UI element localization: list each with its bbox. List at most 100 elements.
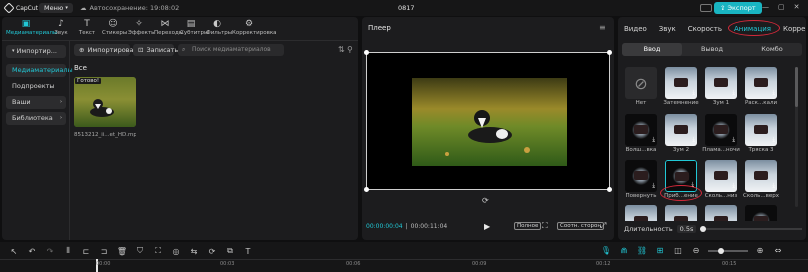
media-clip-thumbnail[interactable]: Готово! — [74, 77, 136, 127]
anim-item-partial[interactable] — [705, 205, 737, 221]
chevron-right-icon[interactable]: › — [796, 25, 799, 33]
ruler-tick: 00:09 — [472, 261, 487, 267]
sidebar-item-subprojects[interactable]: Подпроекты — [6, 80, 66, 93]
anim-item-partial[interactable] — [625, 205, 657, 221]
anim-item-shake3[interactable]: ⤓ Тряска 3 — [742, 114, 780, 153]
delete-icon[interactable]: 🗑 — [116, 247, 128, 256]
maximize-icon[interactable]: ▢ — [778, 3, 785, 11]
record-button[interactable]: ⊡ Записать — [133, 44, 178, 56]
anim-item-zoom2[interactable]: ⤓ Зум 2 — [662, 114, 700, 153]
filter-funnel-icon[interactable]: ⚲ — [347, 45, 353, 54]
sidebar-item-label: Импортир... — [16, 47, 57, 55]
anim-item-none[interactable]: ⊘ Нет — [622, 67, 660, 106]
anim-label: Сколь...низ — [704, 193, 738, 199]
link-icon[interactable]: ⛓ — [636, 246, 648, 255]
anim-item-slide-up[interactable]: ⤓ Сколь...верх — [742, 160, 780, 199]
full-quality-button[interactable]: Полное — [514, 222, 542, 230]
sidebar-item-library[interactable]: Библиотека › — [6, 112, 66, 125]
subtab-out[interactable]: Вывод — [682, 43, 742, 56]
tab-subtitles[interactable]: ▤ Субтитры — [180, 19, 208, 36]
layout-icon[interactable] — [700, 4, 712, 12]
slider-thumb[interactable] — [700, 226, 707, 232]
ruler-tick: 00:03 — [220, 261, 235, 267]
tab-text[interactable]: T Текст — [76, 19, 98, 36]
resize-handle[interactable] — [607, 187, 612, 192]
tab-animation[interactable]: Анимация — [727, 20, 780, 36]
duration-slider[interactable] — [700, 226, 802, 232]
redo-icon[interactable]: ↷ — [44, 247, 56, 256]
split-view-icon[interactable]: ◫ — [672, 246, 684, 255]
undo-icon[interactable]: ↶ — [26, 247, 38, 256]
mirror-icon[interactable]: ⇆ — [188, 247, 200, 256]
rotate-icon[interactable]: ⟳ — [482, 196, 489, 205]
rotate-icon[interactable]: ⟳ — [206, 247, 218, 256]
resize-handle[interactable] — [607, 50, 612, 55]
divider — [69, 41, 70, 240]
duration-row: Длительность 0.5s — [624, 225, 802, 233]
tab-media[interactable]: ▣ Медиаматериалы — [6, 19, 57, 36]
split-icon[interactable]: ⫴ — [62, 246, 74, 256]
cursor-icon[interactable]: ↖ — [8, 247, 20, 256]
tab-speed[interactable]: Скорость — [688, 25, 722, 33]
text-icon: T — [84, 19, 90, 29]
preview-axis-icon[interactable]: ⊞ — [654, 246, 666, 255]
sort-icon[interactable]: ⇅ — [338, 45, 345, 54]
sidebar-item-media[interactable]: Медиаматериалы — [6, 64, 73, 77]
split-right-icon[interactable]: ⊐ — [98, 247, 110, 256]
anim-item-partial[interactable] — [745, 205, 777, 221]
duration-value-input[interactable]: 0.5s — [676, 225, 697, 233]
import-button[interactable]: ⊕ Импортировать — [74, 44, 141, 56]
anim-item-slide-down[interactable]: ⤓ Сколь...низ — [702, 160, 740, 199]
scrollbar[interactable] — [795, 67, 798, 207]
play-button[interactable]: ▶ — [484, 222, 490, 231]
zoom-out-icon[interactable]: ⊖ — [690, 246, 702, 255]
play-circle-icon[interactable]: ◎ — [170, 247, 182, 256]
mic-icon[interactable]: 🎙 — [600, 246, 612, 255]
transform-icon[interactable]: ⧉ — [224, 246, 236, 256]
tab-stickers[interactable]: ☺ Стикеры — [102, 19, 127, 36]
tab-correction[interactable]: Корре — [783, 25, 805, 33]
anim-item-swing[interactable]: ⤓ Раск...кали — [742, 67, 780, 106]
sidebar-item-import[interactable]: ▾ Импортир... — [6, 45, 66, 58]
zoom-in-icon[interactable]: ⊕ — [754, 246, 766, 255]
video-canvas[interactable] — [364, 50, 612, 192]
tab-audio[interactable]: Звук — [659, 25, 676, 33]
magnet-icon[interactable]: ⋒ — [618, 246, 630, 255]
crop-icon[interactable]: ⛶ — [152, 246, 164, 256]
sidebar-item-yours[interactable]: Ваши › — [6, 96, 66, 109]
property-tabs: Видео Звук Скорость Анимация Корре — [624, 20, 805, 36]
crop-icon[interactable]: ⛶ — [542, 221, 548, 231]
search-input[interactable]: ⌕ Поиск медиаматериалов — [178, 44, 284, 56]
menu-icon[interactable]: ≡ — [599, 23, 606, 32]
anim-item-flame[interactable]: ⤓ Плама...ночи — [702, 114, 740, 153]
anim-item-rotate[interactable]: ⤓ Повернуть — [622, 160, 660, 199]
tab-transitions[interactable]: ⋈ Переходы — [154, 19, 183, 36]
subtab-in[interactable]: Ввод — [622, 43, 682, 56]
media-icon: ▣ — [21, 19, 31, 29]
anim-item-zoom1[interactable]: ⤓ Зум 1 — [702, 67, 740, 106]
close-icon[interactable]: ✕ — [794, 3, 800, 11]
tab-filters[interactable]: ◐ Фильтры — [206, 19, 232, 36]
fit-icon[interactable]: ⇔ — [772, 246, 784, 255]
zoom-slider[interactable] — [708, 247, 748, 254]
tab-label: Текст — [78, 30, 96, 36]
anim-item-magic[interactable]: ⤓ Волш...вка — [622, 114, 660, 153]
slider-thumb[interactable] — [718, 247, 724, 254]
resize-handle[interactable] — [364, 187, 369, 192]
split-left-icon[interactable]: ⊏ — [80, 247, 92, 256]
anim-item-fade[interactable]: ⤓ Затемнение — [662, 67, 700, 106]
aspect-ratio-button[interactable]: Соотн. сторон — [557, 222, 604, 230]
tab-video[interactable]: Видео — [624, 25, 647, 33]
resize-handle[interactable] — [364, 50, 369, 55]
shield-icon[interactable]: ⛉ — [134, 246, 146, 256]
tab-adjust[interactable]: ⚙ Корректировка — [232, 19, 277, 36]
export-button[interactable]: ⇪ Экспорт — [714, 2, 762, 14]
menu-button[interactable]: Меню ▾ — [39, 3, 73, 13]
minimize-icon[interactable]: — — [762, 3, 769, 11]
tab-effects[interactable]: ✧ Эффекты — [128, 19, 156, 36]
fullscreen-icon[interactable]: ⤢ — [600, 221, 606, 231]
anim-item-partial[interactable] — [665, 205, 697, 221]
subtab-combo[interactable]: Комбо — [742, 43, 802, 56]
tab-audio[interactable]: ♪ Звук — [50, 19, 72, 36]
text-icon[interactable]: T — [242, 247, 254, 256]
